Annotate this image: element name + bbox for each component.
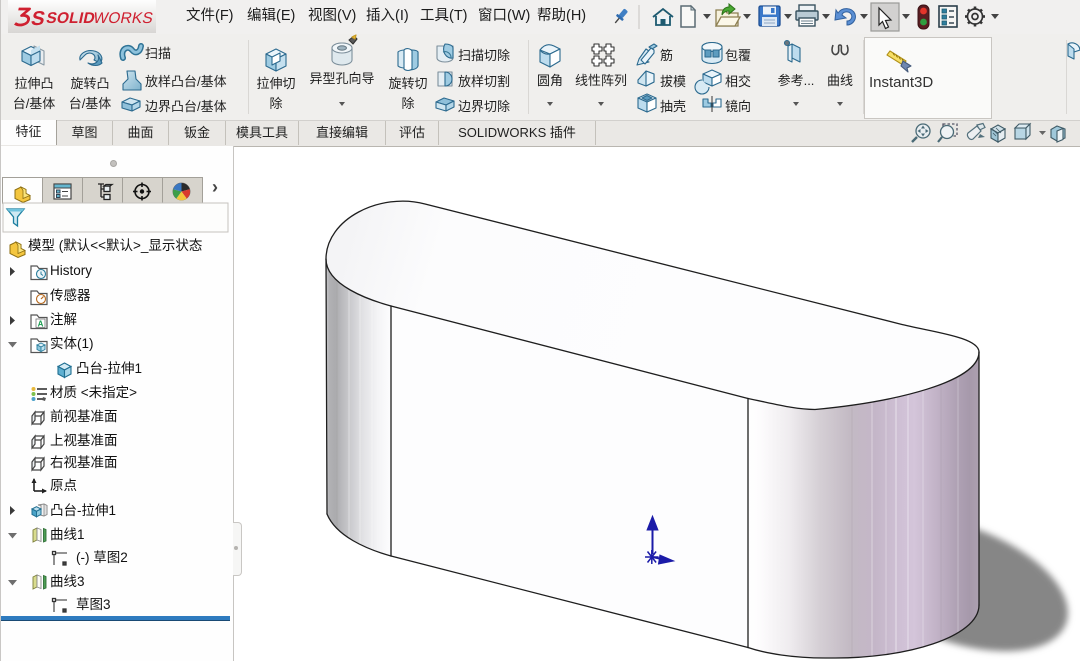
svg-text:SOLID: SOLID xyxy=(45,10,97,27)
svg-text:WORKS: WORKS xyxy=(92,10,154,27)
svg-text:A: A xyxy=(38,320,44,329)
